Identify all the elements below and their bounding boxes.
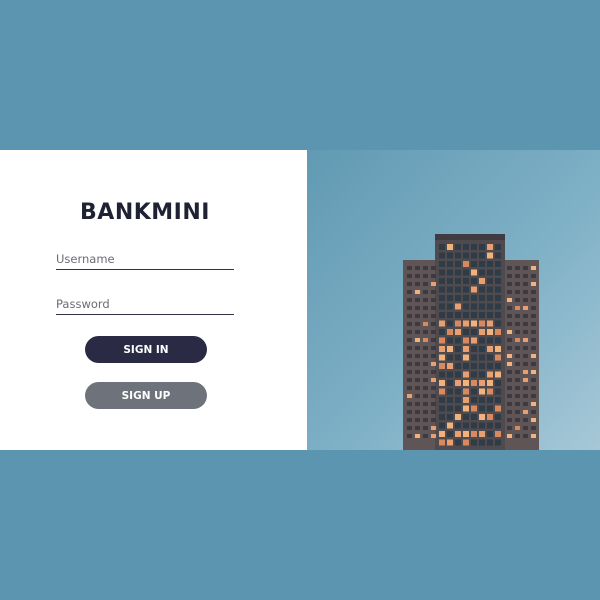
sign-in-button[interactable]: SIGN IN — [85, 336, 207, 363]
hero-photo — [307, 150, 600, 450]
page-background: BANKMINI SIGN IN SIGN UP — [0, 0, 600, 600]
username-input[interactable] — [56, 248, 234, 270]
login-card: BANKMINI SIGN IN SIGN UP — [0, 150, 600, 450]
tower-core — [435, 234, 505, 450]
sign-up-button[interactable]: SIGN UP — [85, 382, 207, 409]
login-form-panel: BANKMINI SIGN IN SIGN UP — [0, 150, 307, 450]
tower-building-image — [307, 150, 600, 450]
password-input[interactable] — [56, 293, 234, 315]
brand-title: BANKMINI — [80, 200, 210, 225]
